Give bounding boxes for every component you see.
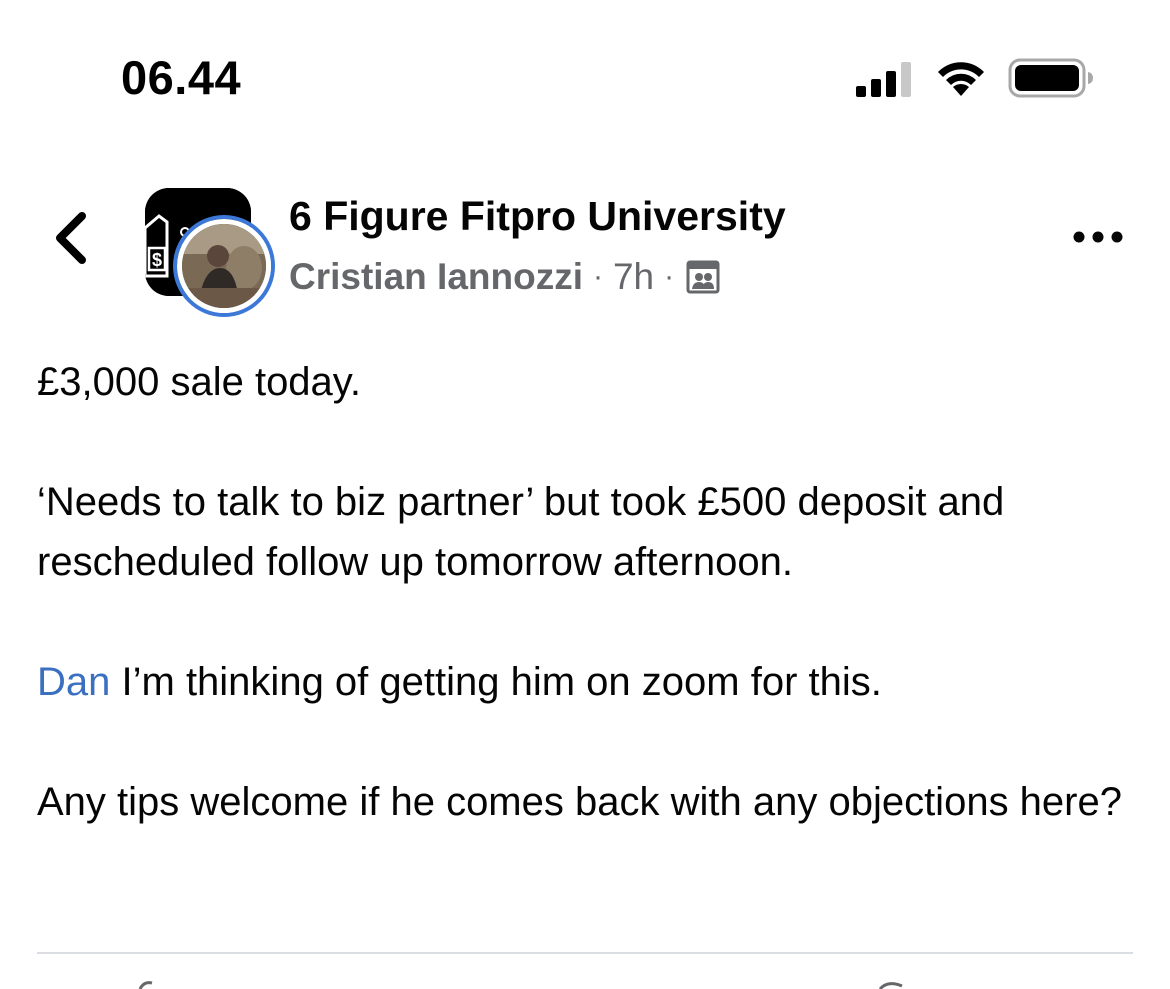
group-members-icon — [686, 260, 720, 294]
post-text: I’m thinking of getting him on zoom for … — [110, 660, 882, 704]
post-paragraph: Dan I’m thinking of getting him on zoom … — [37, 652, 1137, 712]
meta-separator: · — [592, 260, 603, 293]
like-icon[interactable] — [138, 980, 158, 989]
wifi-icon — [938, 62, 984, 96]
post-paragraph: £3,000 sale today. — [37, 360, 361, 404]
svg-text:$: $ — [152, 250, 162, 270]
post-meta: Cristian Iannozzi · 7h · — [289, 256, 720, 298]
group-name[interactable]: 6 Figure Fitpro University — [289, 193, 786, 240]
author-photo — [182, 224, 266, 308]
post-divider — [37, 952, 1133, 954]
post-body: £3,000 sale today. ‘Needs to talk to biz… — [37, 352, 1137, 892]
meta-separator: · — [664, 260, 675, 293]
author-avatar[interactable] — [177, 219, 271, 313]
post-paragraph: ‘Needs to talk to biz partner’ but took … — [37, 480, 1005, 584]
post-time[interactable]: 7h — [613, 256, 654, 298]
cellular-signal-icon — [856, 62, 911, 97]
more-options-button[interactable] — [1072, 226, 1124, 248]
battery-icon — [1008, 58, 1093, 98]
author-name[interactable]: Cristian Iannozzi — [289, 256, 583, 298]
share-icon[interactable] — [878, 980, 908, 989]
post-paragraph: Any tips welcome if he comes back with a… — [37, 780, 1122, 824]
mention-link[interactable]: Dan — [37, 660, 110, 704]
status-time: 06.44 — [121, 51, 242, 104]
back-button[interactable] — [50, 210, 94, 266]
